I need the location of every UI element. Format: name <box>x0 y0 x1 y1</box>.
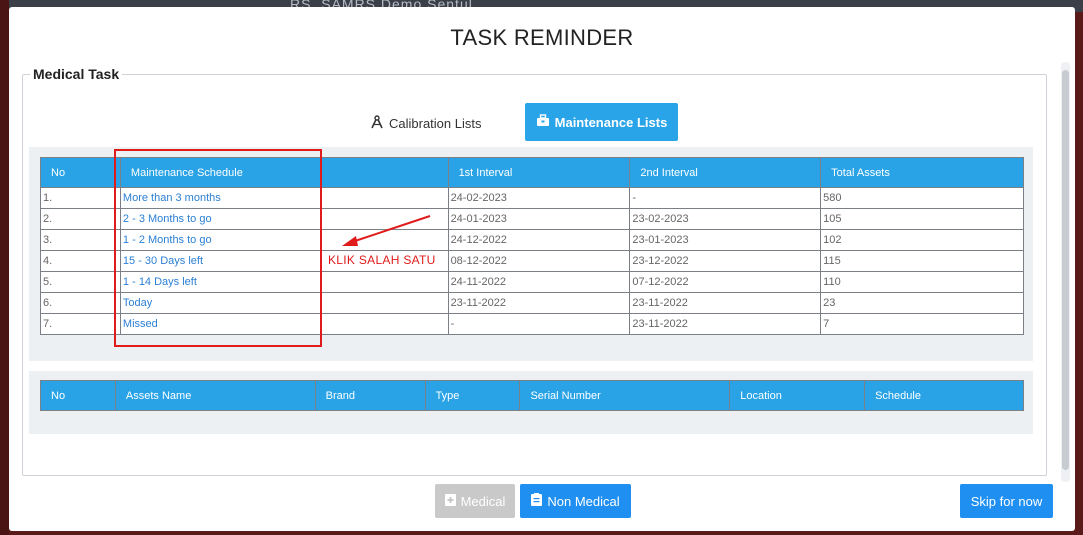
modal-scrollbar[interactable] <box>1061 62 1070 482</box>
cell-no: 3. <box>40 229 121 251</box>
assets-header-row: No Assets Name Brand Type Serial Number … <box>40 380 1024 411</box>
cell-total-assets: 7 <box>820 313 1024 335</box>
tab-calibration-label: Calibration Lists <box>389 115 482 131</box>
cell-total-assets: 23 <box>820 292 1024 314</box>
cell-1st-interval: 24-12-2022 <box>447 229 631 251</box>
col-no: No <box>40 157 121 188</box>
compass-icon <box>370 114 384 132</box>
cell-total-assets: 102 <box>820 229 1024 251</box>
cell-no: 7. <box>40 313 121 335</box>
medical-button[interactable]: Medical <box>435 484 515 518</box>
col-no: No <box>40 380 116 411</box>
cell-no: 6. <box>40 292 121 314</box>
highlight-annotation-box <box>114 149 322 347</box>
col-serial-number: Serial Number <box>519 380 731 411</box>
cell-no: 1. <box>40 187 121 209</box>
cell-2nd-interval: 23-02-2023 <box>629 208 822 230</box>
col-type: Type <box>424 380 521 411</box>
col-brand: Brand <box>314 380 426 411</box>
tab-maintenance-label: Maintenance Lists <box>554 114 668 130</box>
skip-button-label: Skip for now <box>970 493 1043 509</box>
tab-calibration-lists[interactable]: Calibration Lists <box>370 106 482 140</box>
clipboard-plus-icon <box>444 493 456 509</box>
cell-2nd-interval: 23-12-2022 <box>629 250 822 272</box>
cell-no: 2. <box>40 208 121 230</box>
cell-1st-interval: 24-01-2023 <box>447 208 631 230</box>
cell-2nd-interval: 23-01-2023 <box>629 229 822 251</box>
cell-1st-interval: 24-11-2022 <box>447 271 631 293</box>
assets-table: No Assets Name Brand Type Serial Number … <box>40 380 1024 411</box>
col-schedule: Schedule <box>864 380 1024 411</box>
cell-2nd-interval: - <box>629 187 822 209</box>
col-total-assets: Total Assets <box>820 157 1024 188</box>
cell-1st-interval: 24-02-2023 <box>447 187 631 209</box>
cell-2nd-interval: 07-12-2022 <box>629 271 822 293</box>
cell-total-assets: 105 <box>820 208 1024 230</box>
non-medical-button[interactable]: Non Medical <box>520 484 631 518</box>
cell-total-assets: 110 <box>820 271 1024 293</box>
cell-no: 4. <box>40 250 121 272</box>
medical-task-legend: Medical Task <box>30 66 123 82</box>
backdrop-left-strip <box>0 0 9 535</box>
annotation-label: KLIK SALAH SATU <box>328 253 436 267</box>
cell-1st-interval: - <box>447 313 631 335</box>
scrollbar-thumb[interactable] <box>1062 70 1069 470</box>
toolbox-icon <box>536 114 550 130</box>
clipboard-icon <box>531 493 543 509</box>
col-location: Location <box>729 380 866 411</box>
col-1st-interval: 1st Interval <box>447 157 631 188</box>
non-medical-button-label: Non Medical <box>547 493 620 509</box>
cell-1st-interval: 08-12-2022 <box>447 250 631 272</box>
medical-button-label: Medical <box>460 493 506 509</box>
cell-no: 5. <box>40 271 121 293</box>
col-assets-name: Assets Name <box>114 380 316 411</box>
cell-2nd-interval: 23-11-2022 <box>629 292 822 314</box>
cell-1st-interval: 23-11-2022 <box>447 292 631 314</box>
tab-maintenance-lists[interactable]: Maintenance Lists <box>525 103 678 141</box>
modal-title: TASK REMINDER <box>450 25 634 50</box>
cell-total-assets: 115 <box>820 250 1024 272</box>
cell-total-assets: 580 <box>820 187 1024 209</box>
annotation-arrow <box>342 215 431 246</box>
cell-2nd-interval: 23-11-2022 <box>629 313 822 335</box>
skip-for-now-button[interactable]: Skip for now <box>960 484 1053 518</box>
col-2nd-interval: 2nd Interval <box>629 157 822 188</box>
